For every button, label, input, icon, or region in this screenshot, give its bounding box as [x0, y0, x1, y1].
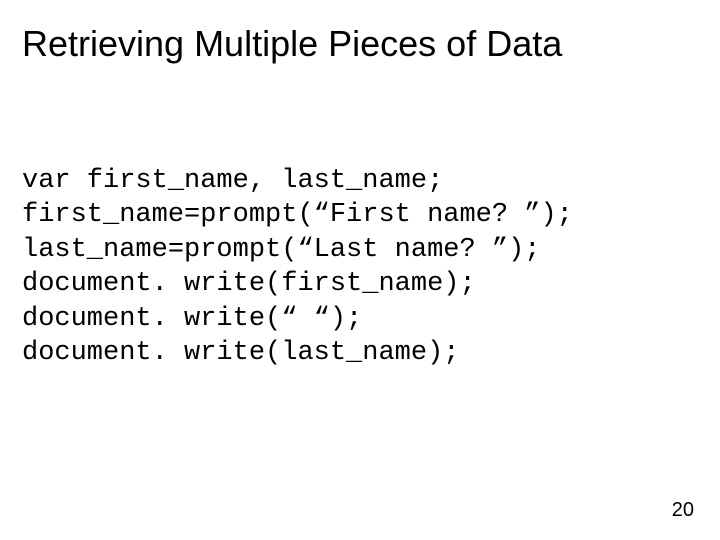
slide-title: Retrieving Multiple Pieces of Data [22, 24, 698, 64]
code-line: document. write(last_name); [22, 338, 459, 368]
page-number: 20 [672, 499, 694, 522]
code-line: last_name=prompt(“Last name? ”); [22, 235, 540, 265]
code-line: first_name=prompt(“First name? ”); [22, 200, 573, 230]
code-block: var first_name, last_name; first_name=pr… [22, 164, 698, 371]
code-line: document. write(“ “); [22, 304, 362, 334]
code-line: document. write(first_name); [22, 269, 476, 299]
code-line: var first_name, last_name; [22, 166, 443, 196]
slide: Retrieving Multiple Pieces of Data var f… [0, 0, 720, 540]
